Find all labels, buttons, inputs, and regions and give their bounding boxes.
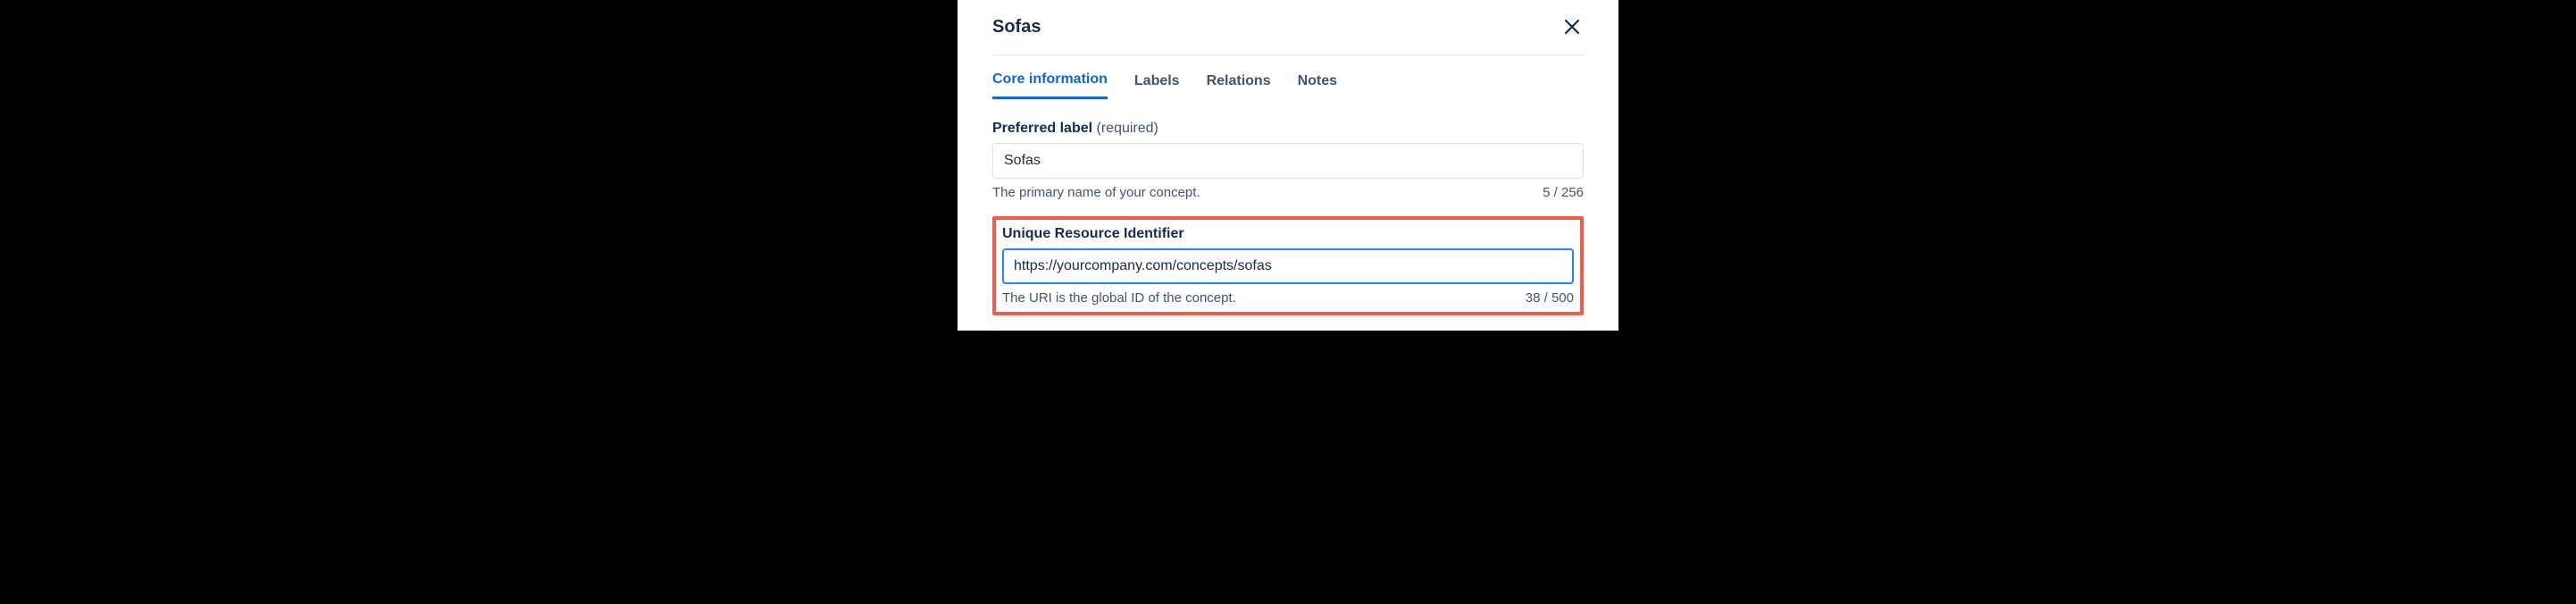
preferred-label-count: 5 / 256	[1543, 185, 1584, 200]
tab-core-information[interactable]: Core information	[992, 71, 1108, 99]
uri-helper-row: The URI is the global ID of the concept.…	[1002, 290, 1574, 306]
concept-edit-panel: Sofas Core information Labels Relations …	[958, 0, 1618, 331]
close-button[interactable]	[1560, 15, 1584, 38]
tab-relations[interactable]: Relations	[1207, 71, 1271, 99]
tabs-row: Core information Labels Relations Notes	[992, 71, 1584, 99]
uri-highlight-box: Unique Resource Identifier The URI is th…	[992, 216, 1584, 315]
panel-header: Sofas	[992, 15, 1584, 55]
tab-notes[interactable]: Notes	[1298, 71, 1337, 99]
tab-labels[interactable]: Labels	[1134, 71, 1180, 99]
required-indicator: (required)	[1097, 121, 1158, 136]
uri-count: 38 / 500	[1526, 290, 1574, 306]
uri-helper: The URI is the global ID of the concept.	[1002, 290, 1236, 306]
close-icon	[1564, 19, 1580, 35]
preferred-label-section: Preferred label (required) The primary n…	[992, 121, 1584, 200]
preferred-label-helper: The primary name of your concept.	[992, 185, 1200, 200]
panel-title: Sofas	[992, 17, 1041, 38]
preferred-label-input[interactable]	[992, 143, 1584, 179]
uri-label: Unique Resource Identifier	[1002, 226, 1184, 242]
preferred-label-label: Preferred label	[992, 121, 1092, 137]
preferred-label-helper-row: The primary name of your concept. 5 / 25…	[992, 185, 1584, 200]
uri-input[interactable]	[1002, 248, 1574, 284]
